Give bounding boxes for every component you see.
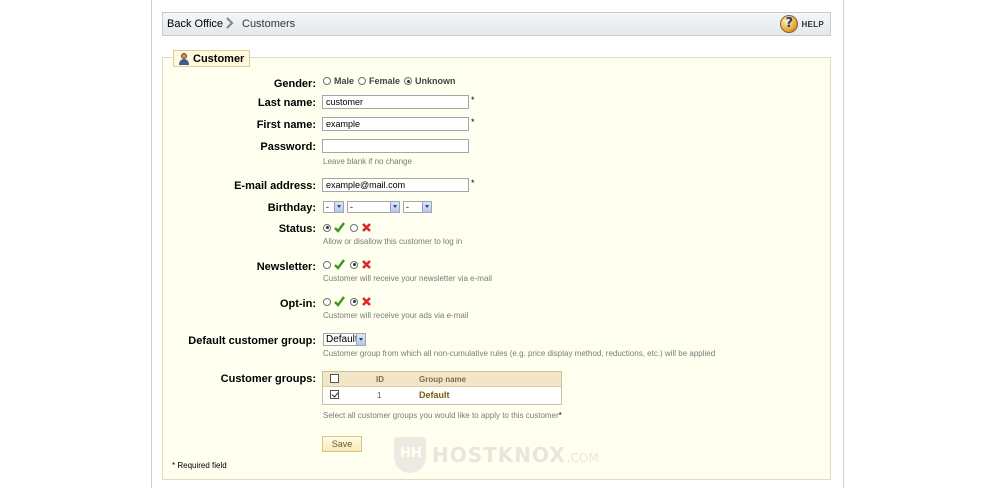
breadcrumb-back-office[interactable]: Back Office [167,18,223,30]
gender-male-radio[interactable] [323,77,331,85]
password-hint: Leave blank if no change [323,157,412,166]
group-id: 1 [377,391,382,400]
table-row: 1 Default [323,387,561,404]
section-title: Customer [193,52,245,65]
select-all-checkbox[interactable] [330,374,339,383]
password-input[interactable] [322,139,469,153]
status-hint: Allow or disallow this customer to log i… [323,237,463,246]
gender-female-radio[interactable] [358,77,367,85]
password-label: Password: [260,141,316,153]
help-label: HELP [801,19,824,29]
customer-groups-label: Customer groups: [220,373,316,385]
help-button[interactable]: HELP [780,15,824,33]
status-disable-radio[interactable] [350,223,358,232]
newsletter-enable-radio[interactable] [323,260,331,269]
cross-icon [362,297,371,306]
customer-groups-required: * [558,411,562,420]
chevron-right-icon [226,17,234,29]
gender-label: Gender: [273,78,316,90]
birthday-label: Birthday: [267,202,316,214]
birthday-year-select[interactable]: - [403,201,432,213]
column-group-name: Group name [419,375,467,384]
breadcrumb-customers: Customers [242,18,296,30]
last-name-required: * [471,95,475,105]
help-icon [780,15,799,33]
gender-female-label: Female [369,76,401,86]
email-label: E-mail address: [234,180,316,192]
status-enable-radio[interactable] [323,223,331,232]
default-group-select[interactable]: Default [323,333,366,346]
group-name: Default [419,390,450,400]
default-group-label: Default customer group: [188,335,316,347]
optin-options [323,296,377,307]
watermark-logo: HOSTKNOX .COM [394,437,599,473]
optin-hint: Customer will receive your ads via e-mai… [323,311,469,320]
gender-options: Male Female Unknown [323,76,460,86]
check-icon [334,259,345,270]
newsletter-label: Newsletter: [256,261,316,273]
gender-male-label: Male [334,76,355,86]
default-group-hint: Customer group from which all non-cumula… [323,349,716,358]
customer-groups-hint: Select all customer groups you would lik… [323,411,562,420]
status-options [323,222,377,233]
check-icon [334,296,345,307]
customer-groups-table: ID Group name 1 Default [322,371,562,405]
newsletter-disable-radio[interactable] [350,260,358,269]
newsletter-hint: Customer will receive your newsletter vi… [323,274,492,283]
first-name-required: * [471,117,475,127]
customer-groups-hint-text: Select all customer groups you would lik… [323,411,559,420]
newsletter-options [323,259,377,270]
dropdown-arrow-icon [356,334,365,345]
default-group-value: Default [326,334,358,345]
column-id: ID [376,375,384,384]
optin-enable-radio[interactable] [323,297,331,306]
dropdown-arrow-icon [422,202,431,212]
cross-icon [362,260,371,269]
dropdown-arrow-icon [334,202,343,212]
watermark-domain: .COM [566,451,599,465]
status-label: Status: [278,223,316,235]
check-icon [334,222,345,233]
user-icon [178,52,190,65]
last-name-input[interactable]: customer [322,95,469,109]
email-input[interactable]: example@mail.com [322,178,469,192]
table-header: ID Group name [323,372,561,387]
group-default-checkbox[interactable] [330,390,339,399]
hostknox-shield-icon [394,437,426,473]
required-field-note: * Required field [172,461,227,470]
section-legend: Customer [173,50,251,67]
birthday-month-value: - [350,202,353,212]
first-name-label: First name: [256,119,316,131]
cross-icon [362,223,371,232]
optin-disable-radio[interactable] [350,297,358,306]
birthday-day-value: - [326,202,329,212]
email-required: * [471,178,475,188]
last-name-label: Last name: [257,97,316,109]
birthday-year-value: - [406,202,409,212]
first-name-input[interactable]: example [322,117,469,131]
birthday-day-select[interactable]: - [323,201,344,213]
optin-label: Opt-in: [279,298,316,310]
gender-unknown-label: Unknown [415,76,456,86]
gender-unknown-radio[interactable] [404,77,413,85]
breadcrumb: Back Office Customers HELP [162,12,831,36]
birthday-month-select[interactable]: - [347,201,400,213]
save-button[interactable]: Save [322,436,362,452]
dropdown-arrow-icon [390,202,399,212]
watermark-brand: HOSTKNOX [432,443,566,467]
